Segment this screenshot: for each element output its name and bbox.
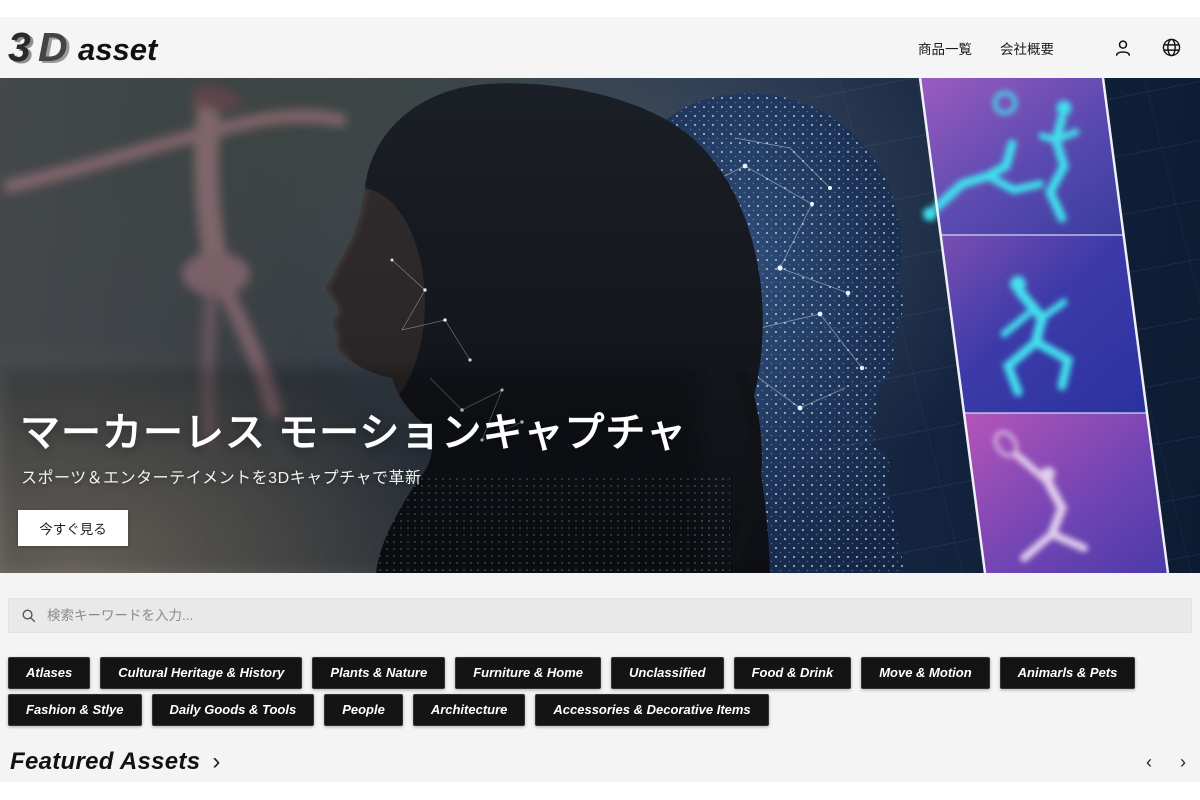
category-chip-fashion-style[interactable]: Fashion & Stlye xyxy=(8,694,142,726)
brand-logo[interactable]: 3 3 D D asset xyxy=(8,26,157,70)
category-chip-architecture[interactable]: Architecture xyxy=(412,694,526,726)
category-chip-atlases[interactable]: Atlases xyxy=(8,657,91,689)
brand-name: asset xyxy=(78,31,158,67)
category-chip-people[interactable]: People xyxy=(324,694,403,726)
hero-subtitle: スポーツ＆エンターテイメントを3Dキャプチャで革新 xyxy=(21,470,422,487)
hero-banner: マーカーレス モーションキャプチャ スポーツ＆エンターテイメントを3Dキャプチャ… xyxy=(0,78,1200,573)
site-header: 3 3 D D asset 商品一覧 会社概要 xyxy=(0,17,1200,78)
hero-cta-button[interactable]: 今すぐ見る xyxy=(18,510,128,546)
account-icon[interactable] xyxy=(1112,37,1134,59)
category-chip-daily-goods-tools[interactable]: Daily Goods & Tools xyxy=(151,694,315,726)
nav-products[interactable]: 商品一覧 xyxy=(918,38,972,58)
svg-text:3: 3 xyxy=(8,26,31,70)
header-icons xyxy=(1112,37,1182,59)
header-nav: 商品一覧 会社概要 xyxy=(918,38,1054,58)
search-input[interactable] xyxy=(45,607,1179,624)
category-chip-food-drink[interactable]: Food & Drink xyxy=(733,657,852,689)
svg-text:D: D xyxy=(38,26,68,70)
featured-forward-icon[interactable]: › xyxy=(212,750,220,774)
carousel-prev-icon[interactable]: ‹ xyxy=(1146,753,1152,771)
search-icon xyxy=(22,609,36,623)
carousel-next-icon[interactable]: › xyxy=(1180,753,1186,771)
content-section: Atlases Cultural Heritage & History Plan… xyxy=(0,573,1200,782)
carousel-controls: ‹ › xyxy=(1146,753,1186,771)
hero-artwork xyxy=(0,78,1200,573)
category-chip-animals-pets[interactable]: Animarls & Pets xyxy=(999,657,1136,689)
category-chip-plants-nature[interactable]: Plants & Nature xyxy=(312,657,446,689)
language-globe-icon[interactable] xyxy=(1160,37,1182,59)
category-chip-list: Atlases Cultural Heritage & History Plan… xyxy=(8,657,1192,726)
category-chip-accessories-decorative[interactable]: Accessories & Decorative Items xyxy=(535,694,769,726)
category-chip-furniture-home[interactable]: Furniture & Home xyxy=(455,657,602,689)
featured-assets-title: Featured Assets xyxy=(10,748,201,775)
nav-company[interactable]: 会社概要 xyxy=(1000,38,1054,58)
3d-logo-icon: 3 3 D D xyxy=(8,26,71,70)
hero-title: マーカーレス モーションキャプチャ xyxy=(20,411,687,455)
featured-assets-header: Featured Assets › ‹ › xyxy=(10,746,1186,778)
search-bar[interactable] xyxy=(8,598,1192,633)
category-chip-move-motion[interactable]: Move & Motion xyxy=(861,657,990,689)
category-chip-unclassified[interactable]: Unclassified xyxy=(611,657,724,689)
category-chip-cultural-heritage[interactable]: Cultural Heritage & History xyxy=(100,657,303,689)
